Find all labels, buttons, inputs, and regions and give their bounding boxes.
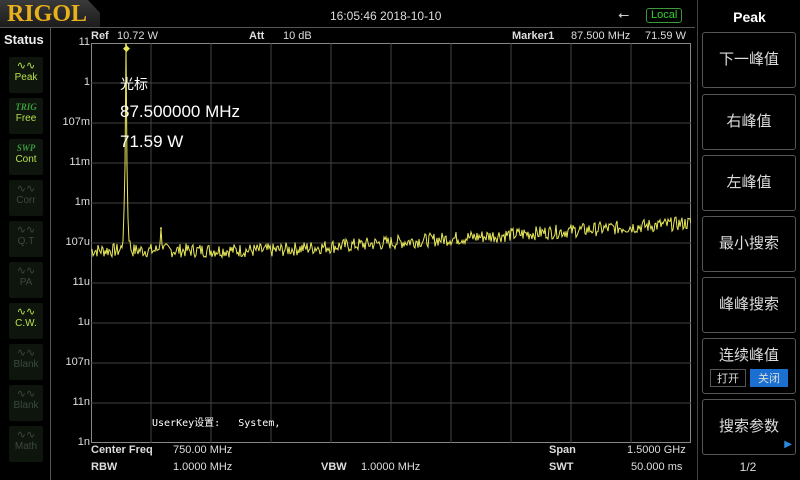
userkey-text: UserKey设置: System, <box>152 418 281 429</box>
status-button[interactable]: ∿∿ PA <box>9 262 43 298</box>
ref-label: Ref <box>91 30 109 42</box>
page-indicator: 1/2 <box>739 460 757 474</box>
status-label: Cont <box>15 154 37 165</box>
y-tick-label: 11m <box>69 156 90 168</box>
status-button[interactable]: ∿∿ Blank <box>9 385 43 421</box>
y-tick-label: 11u <box>72 276 90 288</box>
vbw-label: VBW <box>321 461 347 473</box>
math-icon: ∿∿ <box>16 429 36 441</box>
status-label: PA <box>19 277 33 288</box>
status-button[interactable]: ∿∿ Q.T <box>9 221 43 257</box>
status-label: Free <box>15 113 37 124</box>
on-option[interactable]: 打开 <box>710 369 746 387</box>
status-button[interactable]: ∿∿ Math <box>9 426 43 462</box>
ref-value[interactable]: 10.72 W <box>117 30 158 42</box>
next-peak-button[interactable]: 下一峰值 <box>702 32 796 88</box>
marker-label: Marker1 <box>512 30 555 42</box>
y-tick-label: 1m <box>74 196 90 208</box>
status-button[interactable]: ∿∿ Corr <box>9 180 43 216</box>
y-tick-label: 1n <box>77 436 90 448</box>
qt-icon: ∿∿ <box>16 224 36 236</box>
search-params-label: 搜索参数 <box>718 418 779 435</box>
peak-left-button[interactable]: 左峰值 <box>702 155 796 211</box>
status-top-label: SWP <box>16 143 36 153</box>
status-top-label: TRIG <box>15 102 37 112</box>
divider <box>50 28 51 480</box>
vbw-value[interactable]: 1.0000 MHz <box>361 461 420 473</box>
peak-point <box>160 227 162 230</box>
status-button[interactable]: ∿∿ C.W. <box>9 303 43 339</box>
att-label: Att <box>249 30 265 42</box>
continuous-peak-label: 连续峰值 <box>718 347 779 364</box>
marker-box-title: 光标 <box>120 76 148 92</box>
status-label: Math <box>14 441 38 452</box>
rigol-logo: RIGOL <box>0 0 100 28</box>
search-params-button[interactable]: 搜索参数 ▶ <box>702 399 796 455</box>
marker-box-freq: 87.500000 MHz <box>120 102 241 121</box>
att-value[interactable]: 10 dB <box>283 30 312 42</box>
rbw-value[interactable]: 1.0000 MHz <box>173 461 232 473</box>
datetime: 16:05:46 2018-10-10 <box>330 9 442 23</box>
span-value[interactable]: 1.5000 GHz <box>627 444 686 456</box>
off-option[interactable]: 关闭 <box>750 369 788 387</box>
pa-icon: ∿∿ <box>16 265 36 277</box>
status-button[interactable]: SWP Cont <box>9 139 43 175</box>
y-tick-label: 11n <box>72 396 90 408</box>
y-tick-label: 107m <box>62 116 90 128</box>
y-tick-label: 107u <box>65 236 90 248</box>
status-button[interactable]: ∿∿ Blank <box>9 344 43 380</box>
status-label: Blank <box>13 359 39 370</box>
softkey-menu: Peak 下一峰值 右峰值 左峰值 最小搜索 峰峰搜索 连续峰值 打开 关闭 搜… <box>697 0 800 480</box>
span-label: Span <box>549 444 576 456</box>
center-freq-label: Center Freq <box>91 444 153 456</box>
status-title: Status <box>4 32 44 47</box>
wave-icon: ∿∿ <box>16 388 36 400</box>
peak-right-button[interactable]: 右峰值 <box>702 94 796 150</box>
status-label: Q.T <box>17 236 35 247</box>
status-label: C.W. <box>15 318 37 329</box>
status-label: Peak <box>14 72 38 83</box>
rbw-label: RBW <box>91 461 118 473</box>
status-label: Corr <box>16 195 36 206</box>
y-tick-label: 1 <box>83 76 90 88</box>
corr-icon: ∿∿ <box>16 183 36 195</box>
peak-icon: ∿∿ <box>16 60 36 72</box>
y-tick-label: 107n <box>65 356 90 368</box>
continuous-peak-toggle[interactable]: 连续峰值 打开 关闭 <box>702 338 796 394</box>
menu-title: Peak <box>733 9 766 25</box>
status-label: Blank <box>13 400 39 411</box>
swt-label: SWT <box>549 461 574 473</box>
status-button[interactable]: ∿∿ Peak <box>9 57 43 93</box>
swt-value[interactable]: 50.000 ms <box>631 461 682 473</box>
cw-icon: ∿∿ <box>16 306 36 318</box>
divider <box>0 27 695 28</box>
marker-box-value: 71.59 W <box>120 132 184 151</box>
marker-freq: 87.500 MHz <box>571 30 631 42</box>
wave-icon: ∿∿ <box>16 347 36 359</box>
status-button[interactable]: TRIG Free <box>9 98 43 134</box>
usb-icon: ⭠ <box>618 6 630 22</box>
min-search-button[interactable]: 最小搜索 <box>702 216 796 272</box>
y-tick-label: 1u <box>77 316 90 328</box>
remote-status-badge[interactable]: Local <box>646 8 683 23</box>
peak-peak-search-button[interactable]: 峰峰搜索 <box>702 277 796 333</box>
marker-1-icon[interactable]: ◆ <box>123 43 130 53</box>
marker-value: 71.59 W <box>645 30 686 42</box>
y-tick-label: 11 <box>78 36 90 48</box>
center-freq-value[interactable]: 750.00 MHz <box>173 444 232 456</box>
